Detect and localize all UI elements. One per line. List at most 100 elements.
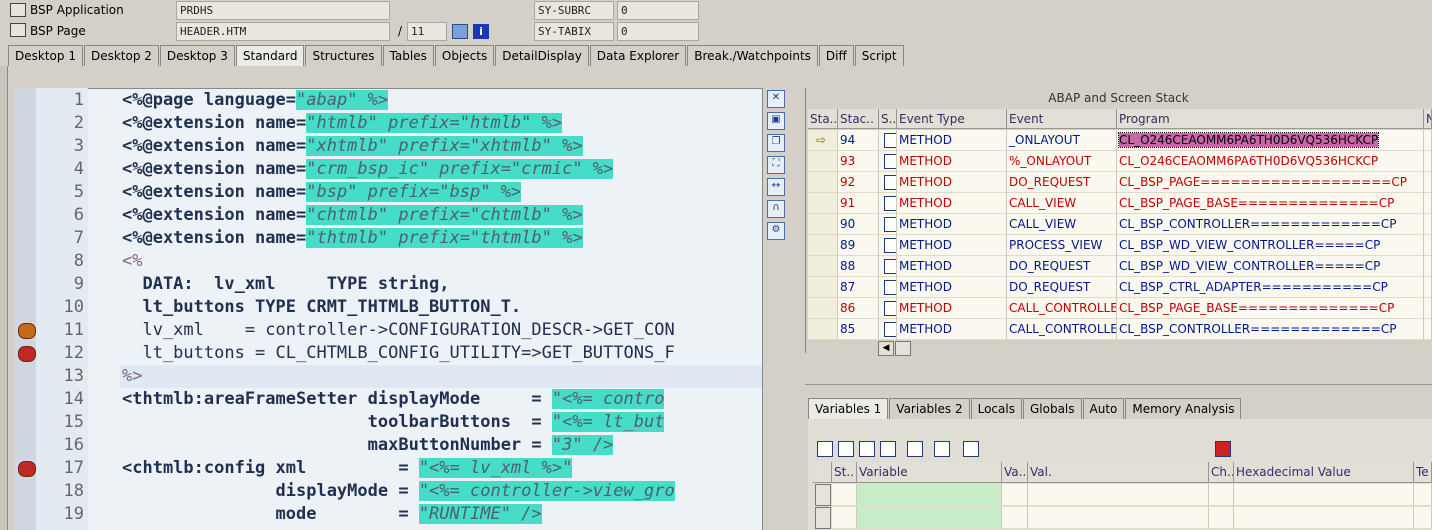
- var-tab-memory-analysis[interactable]: Memory Analysis: [1125, 398, 1242, 419]
- stack-row[interactable]: 89 METHOD PROCESS_VIEW CL_BSP_WD_VIEW_CONTR…: [808, 235, 1432, 256]
- code-line[interactable]: <%@extension name="crm_bsp_ic" prefix="c…: [122, 158, 614, 181]
- stack-column-header[interactable]: Event Type: [897, 109, 1007, 129]
- code-line[interactable]: DATA: lv_xml TYPE string,: [122, 273, 449, 296]
- variables-column-header[interactable]: Te: [1414, 462, 1432, 483]
- tab-standard[interactable]: Standard: [235, 45, 305, 66]
- stack-column-header[interactable]: Sta..: [808, 109, 838, 129]
- detail-icon[interactable]: [880, 441, 896, 457]
- code-line[interactable]: <%@extension name="htmlb" prefix="htmlb"…: [122, 112, 563, 135]
- bsp-page-field[interactable]: HEADER.HTM: [176, 22, 390, 41]
- variables-row[interactable]: [813, 484, 1432, 506]
- tab-break-watchpoints[interactable]: Break./Watchpoints: [687, 45, 818, 66]
- code-line[interactable]: <%: [122, 250, 142, 273]
- stack-row[interactable]: 91 METHOD CALL_VIEW CL_BSP_PAGE_BASE=======…: [808, 193, 1432, 214]
- breakpoint-icon[interactable]: [18, 346, 36, 362]
- delete-icon[interactable]: [817, 441, 833, 457]
- stack-row[interactable]: 86 METHOD CALL_CONTROLLER CL_BSP_PAGE_BASE=…: [808, 298, 1432, 319]
- tab-detaildisplay[interactable]: DetailDisplay: [495, 45, 589, 66]
- variables-column-header[interactable]: Ch..: [1209, 462, 1234, 483]
- stack-row[interactable]: 93 METHOD %_ONLAYOUT CL_O246CEAOMM6PA6TH0D6…: [808, 151, 1432, 172]
- code-line[interactable]: maxButtonNumber = "3" />: [122, 434, 614, 457]
- variables-column-header[interactable]: Va..: [1002, 462, 1028, 483]
- tab-desktop-2[interactable]: Desktop 2: [83, 45, 159, 66]
- headset-icon[interactable]: ∩: [767, 200, 785, 218]
- var-tab-globals[interactable]: Globals: [1022, 398, 1082, 419]
- variables-column-header[interactable]: St..: [832, 462, 857, 483]
- variable-name-input[interactable]: [857, 484, 1002, 506]
- stack-row[interactable]: 90 METHOD CALL_VIEW CL_BSP_CONTROLLER======…: [808, 214, 1432, 235]
- resize-horizontal-icon[interactable]: ↔: [767, 178, 785, 196]
- list-icon[interactable]: [859, 441, 875, 457]
- hierarchy-icon[interactable]: [907, 441, 923, 457]
- code-line[interactable]: mode = "RUNTIME" />: [122, 503, 542, 526]
- maximize-icon[interactable]: ⛶: [767, 156, 785, 174]
- tab-data-explorer[interactable]: Data Explorer: [589, 45, 687, 66]
- variables-column-header[interactable]: Val.: [1028, 462, 1209, 483]
- tab-tables[interactable]: Tables: [382, 45, 434, 66]
- info-icon[interactable]: i: [473, 24, 489, 39]
- stack-extra-cell: [1424, 193, 1432, 214]
- code-line[interactable]: displayMode = "<%= controller->view_gro: [122, 480, 675, 503]
- code-line[interactable]: <%@extension name="bsp" prefix="bsp" %>: [122, 181, 522, 204]
- tab-objects[interactable]: Objects: [434, 45, 495, 66]
- tab-desktop-3[interactable]: Desktop 3: [159, 45, 235, 66]
- tab-script[interactable]: Script: [854, 45, 904, 66]
- var-tab-locals[interactable]: Locals: [970, 398, 1022, 419]
- page-settings-icon[interactable]: [452, 24, 468, 39]
- stack-column-header[interactable]: Program: [1117, 109, 1424, 129]
- code-line[interactable]: lt_buttons = CL_CHTMLB_CONFIG_UTILITY=>G…: [122, 342, 674, 365]
- panel-splitter[interactable]: [805, 357, 1432, 385]
- var-select-all[interactable]: [813, 462, 832, 483]
- page-count-field[interactable]: 11: [407, 22, 447, 41]
- row-selector[interactable]: [815, 507, 831, 529]
- code-line[interactable]: lv_xml = controller->CONFIGURATION_DESCR…: [122, 319, 674, 342]
- var-tab-variables-1[interactable]: Variables 1: [808, 398, 889, 419]
- breakpoint-icon[interactable]: [18, 323, 36, 339]
- code-line[interactable]: <thtmlb:areaFrameSetter displayMode = "<…: [122, 388, 665, 411]
- tools-icon[interactable]: ⚙: [767, 222, 785, 240]
- variables-row[interactable]: [813, 507, 1432, 529]
- code-token: <%@extension name=: [122, 205, 307, 225]
- copy-icon[interactable]: ❐: [767, 134, 785, 152]
- import-icon[interactable]: [838, 441, 854, 457]
- stack-column-header[interactable]: N: [1424, 109, 1432, 129]
- navigate-icon[interactable]: [934, 441, 950, 457]
- stack-row[interactable]: 87 METHOD DO_REQUEST CL_BSP_CTRL_ADAPTER===…: [808, 277, 1432, 298]
- left-splitter[interactable]: [0, 66, 8, 530]
- code-line[interactable]: <%@extension name="thtmlb" prefix="thtml…: [122, 227, 583, 250]
- code-line[interactable]: <%@extension name="xhtmlb" prefix="xhtml…: [122, 135, 583, 158]
- code-line[interactable]: toolbarButtons = "<%= lt_but: [122, 411, 665, 434]
- code-line[interactable]: lt_buttons TYPE CRMT_THTMLB_BUTTON_T.: [122, 296, 521, 319]
- save-icon[interactable]: [1215, 441, 1231, 457]
- var-tab-auto[interactable]: Auto: [1082, 398, 1125, 419]
- tab-diff[interactable]: Diff: [818, 45, 854, 66]
- tab-desktop-1[interactable]: Desktop 1: [8, 45, 83, 66]
- var-tab-variables-2[interactable]: Variables 2: [889, 398, 970, 419]
- variable-name-input[interactable]: [857, 507, 1002, 529]
- horizontal-scrollbar-thumb[interactable]: [895, 341, 911, 356]
- breakpoint-icon[interactable]: [18, 461, 36, 477]
- scroll-left-button[interactable]: ◀: [878, 341, 894, 356]
- stack-row[interactable]: 88 METHOD DO_REQUEST CL_BSP_WD_VIEW_CONTROL…: [808, 256, 1432, 277]
- stack-row[interactable]: 85 METHOD CALL_CONTROLLER CL_BSP_CONTROLLER…: [808, 319, 1432, 340]
- code-line[interactable]: %>: [122, 365, 142, 388]
- variables-column-header[interactable]: Hexadecimal Value: [1234, 462, 1414, 483]
- current-position-arrow-icon: ⇨: [816, 133, 827, 147]
- code-line[interactable]: <chtmlb:config xml = "<%= lv_xml %>": [122, 457, 573, 480]
- stack-row[interactable]: 92 METHOD DO_REQUEST CL_BSP_PAGE===========…: [808, 172, 1432, 193]
- stack-row[interactable]: ⇨ 94 METHOD _ONLAYOUT CL_O246CEAOMM6PA6TH0D6…: [808, 130, 1432, 151]
- code-line[interactable]: <%@extension name="chtmlb" prefix="chtml…: [122, 204, 583, 227]
- new-window-icon[interactable]: ▣: [767, 112, 785, 130]
- variables-column-header[interactable]: Variable: [857, 462, 1002, 483]
- row-selector[interactable]: [815, 484, 831, 506]
- open-folder-icon[interactable]: [963, 441, 979, 457]
- code-line[interactable]: <%@page language="abap" %>: [122, 89, 389, 112]
- bsp-application-field[interactable]: PRDHS: [176, 1, 390, 20]
- tab-structures[interactable]: Structures: [305, 45, 382, 66]
- stack-column-header[interactable]: Event: [1007, 109, 1117, 129]
- stack-column-header[interactable]: S..: [879, 109, 897, 129]
- stack-column-header[interactable]: Stac..: [838, 109, 879, 129]
- close-icon[interactable]: ✕: [767, 90, 785, 108]
- code-token: "xhtmlb" prefix="xhtmlb" %>: [306, 136, 583, 156]
- variable-cell: [832, 484, 857, 506]
